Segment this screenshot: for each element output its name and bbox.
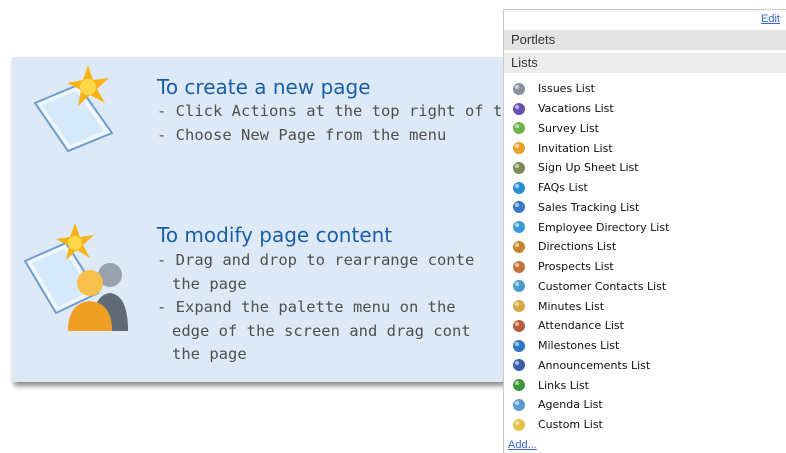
list-item-label: Sign Up Sheet List bbox=[538, 161, 639, 175]
invitation-icon bbox=[513, 142, 525, 155]
list-item-label: Issues List bbox=[538, 82, 595, 96]
list-item[interactable]: Milestones List bbox=[512, 336, 669, 356]
create-page-steps: - Click Actions at the top right of th -… bbox=[157, 100, 512, 147]
help-panel: To create a new page - Click Actions at … bbox=[12, 57, 532, 382]
modify-step-2-cont: edge of the screen and drag cont bbox=[172, 321, 471, 340]
add-link[interactable]: Add... bbox=[508, 439, 537, 451]
list-item[interactable]: Announcements List bbox=[512, 356, 669, 376]
list-item[interactable]: Agenda List bbox=[512, 395, 669, 415]
list-item[interactable]: Sales Tracking List bbox=[512, 198, 669, 218]
list-item-label: Announcements List bbox=[538, 358, 651, 372]
lists-list: Issues List Vacations List Survey List Invi… bbox=[512, 79, 669, 435]
survey-icon bbox=[513, 122, 525, 135]
list-item[interactable]: Prospects List bbox=[512, 257, 669, 277]
list-item-label: Attendance List bbox=[538, 319, 624, 333]
list-item[interactable]: Issues List bbox=[512, 79, 669, 99]
sales-tracking-icon bbox=[513, 201, 525, 214]
directions-icon bbox=[513, 240, 525, 253]
list-item-label: Custom List bbox=[538, 418, 603, 432]
issues-icon bbox=[513, 82, 525, 95]
list-item-label: FAQs List bbox=[538, 181, 588, 195]
modify-step-2-cont-2: the page bbox=[172, 345, 247, 363]
list-item[interactable]: Links List bbox=[512, 375, 669, 395]
prospects-icon bbox=[513, 260, 525, 273]
list-item-label: Sales Tracking List bbox=[538, 200, 640, 214]
list-item-label: Links List bbox=[538, 378, 589, 392]
modify-content-icon bbox=[23, 223, 128, 331]
list-item-label: Vacations List bbox=[538, 102, 614, 116]
list-item[interactable]: Invitation List bbox=[512, 138, 669, 158]
modify-step-1-cont: the page bbox=[172, 274, 247, 293]
list-item[interactable]: Employee Directory List bbox=[512, 217, 669, 237]
list-item-label: Prospects List bbox=[538, 260, 614, 274]
create-step-2: - Choose New Page from the menu bbox=[157, 125, 447, 144]
custom-list-icon bbox=[513, 418, 525, 431]
create-step-1: - Click Actions at the top right of th bbox=[157, 102, 512, 120]
vacations-icon bbox=[513, 102, 525, 115]
modify-step-2: - Expand the palette menu on the bbox=[157, 298, 456, 316]
list-item[interactable]: Minutes List bbox=[512, 296, 669, 316]
list-item[interactable]: Customer Contacts List bbox=[512, 277, 669, 297]
links-icon bbox=[513, 379, 525, 392]
list-item-label: Directions List bbox=[538, 240, 617, 254]
list-item-label: Survey List bbox=[538, 121, 599, 135]
edit-link[interactable]: Edit bbox=[761, 13, 780, 25]
list-item[interactable]: Sign Up Sheet List bbox=[512, 158, 669, 178]
lists-header[interactable]: Lists bbox=[504, 53, 786, 73]
list-item[interactable]: Directions List bbox=[512, 237, 669, 257]
sign-up-sheet-icon bbox=[513, 161, 525, 174]
employee-directory-icon bbox=[513, 221, 525, 234]
agenda-icon bbox=[513, 398, 525, 411]
list-item-label: Customer Contacts List bbox=[538, 279, 667, 293]
milestones-icon bbox=[513, 339, 525, 352]
faqs-icon bbox=[513, 181, 525, 194]
portlet-palette: Edit Portlets Lists Issues List Vacations… bbox=[503, 9, 786, 453]
list-item-label: Invitation List bbox=[538, 141, 613, 155]
list-item[interactable]: Attendance List bbox=[512, 316, 669, 336]
new-page-icon bbox=[33, 65, 114, 153]
announcements-icon bbox=[513, 359, 525, 372]
modify-step-1: - Drag and drop to rearrange conte bbox=[157, 251, 475, 269]
list-item-label: Milestones List bbox=[538, 339, 620, 353]
minutes-icon bbox=[513, 300, 525, 313]
list-item-label: Minutes List bbox=[538, 299, 605, 313]
customer-contacts-icon bbox=[513, 280, 525, 293]
list-item[interactable]: Survey List bbox=[512, 119, 669, 139]
list-item[interactable]: Vacations List bbox=[512, 99, 669, 119]
attendance-icon bbox=[513, 319, 525, 332]
list-item-label: Agenda List bbox=[538, 398, 603, 412]
list-item[interactable]: FAQs List bbox=[512, 178, 669, 198]
modify-content-title: To modify page content bbox=[157, 223, 393, 247]
list-item[interactable]: Custom List bbox=[512, 415, 669, 435]
create-page-title: To create a new page bbox=[157, 75, 371, 99]
list-item-label: Employee Directory List bbox=[538, 220, 670, 234]
modify-content-steps: - Drag and drop to rearrange conte the p… bbox=[157, 249, 474, 367]
portlets-header[interactable]: Portlets bbox=[504, 30, 786, 50]
